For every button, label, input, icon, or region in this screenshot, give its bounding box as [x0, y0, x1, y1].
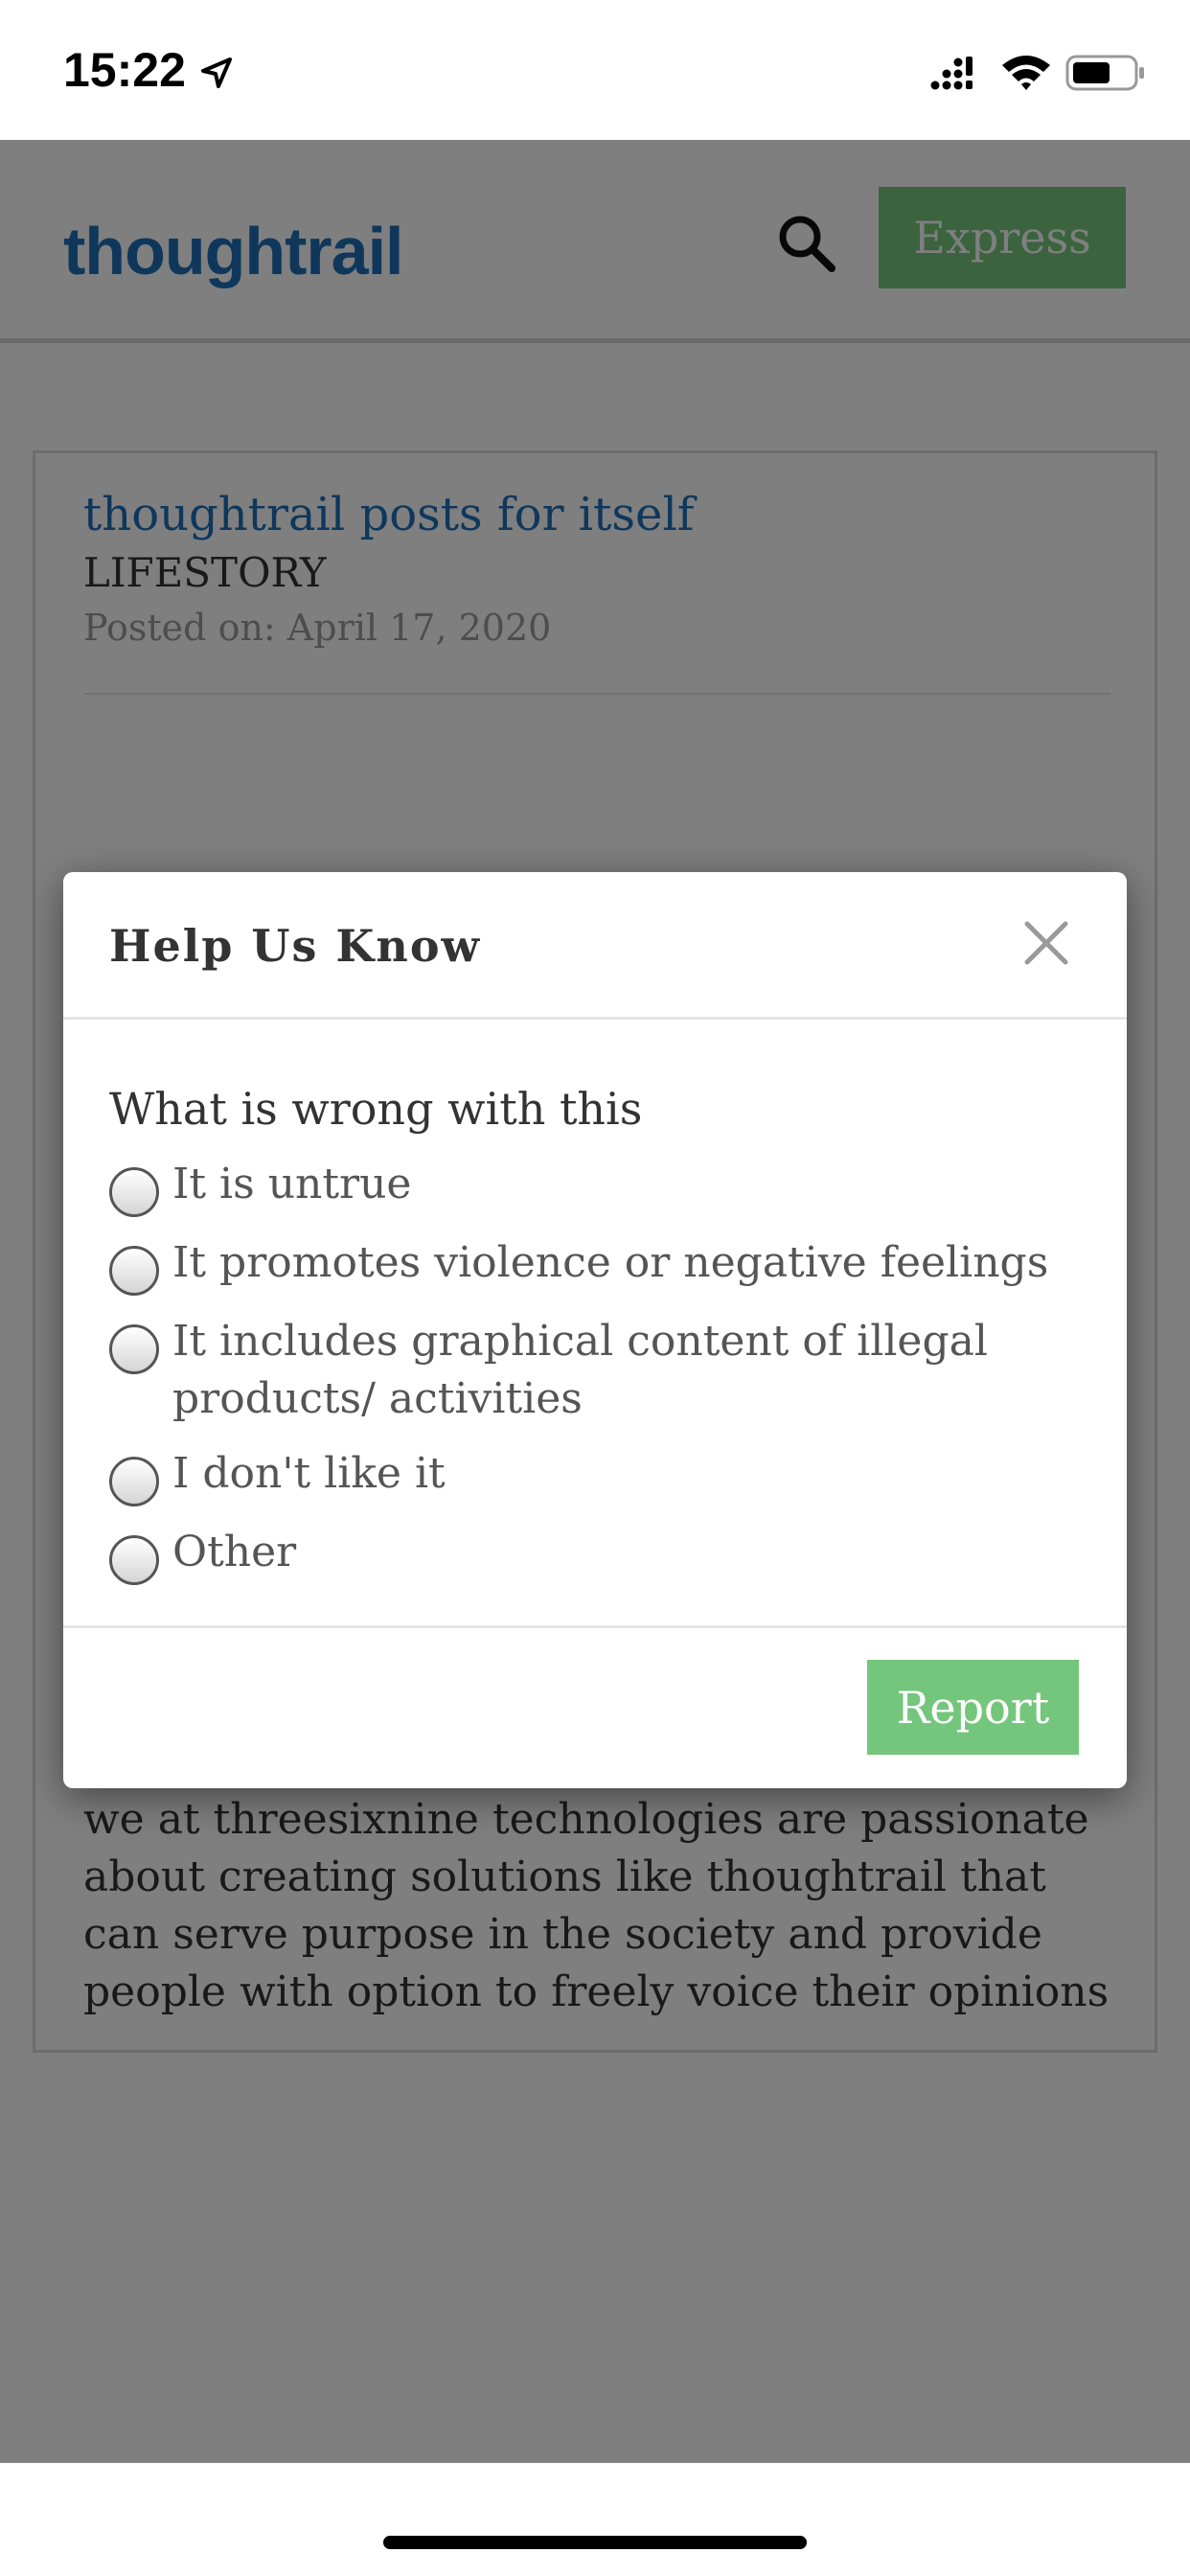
cellular-signal-icon: [930, 57, 973, 90]
option-label: I don't like it: [172, 1449, 446, 1498]
home-indicator: [383, 2536, 807, 2549]
close-icon[interactable]: [1019, 916, 1073, 970]
option-illegal-content[interactable]: It includes graphical content of illegal…: [109, 1313, 1054, 1428]
status-time: 15:22: [63, 43, 186, 97]
location-arrow-icon: [201, 58, 232, 88]
option-label: It includes graphical content of illegal…: [172, 1317, 988, 1423]
battery-icon: [1065, 55, 1144, 91]
report-button[interactable]: Report: [867, 1660, 1079, 1755]
modal-footer-divider: [63, 1625, 1127, 1628]
modal-header: Help Us Know: [63, 872, 1127, 1020]
option-other[interactable]: Other: [109, 1524, 1054, 1585]
radio-button[interactable]: [109, 1246, 159, 1296]
option-untrue[interactable]: It is untrue: [109, 1156, 1054, 1217]
wifi-icon: [1002, 56, 1050, 90]
radio-button[interactable]: [109, 1324, 159, 1374]
option-violence[interactable]: It promotes violence or negative feeling…: [109, 1234, 1054, 1296]
option-label: It promotes violence or negative feeling…: [172, 1238, 1049, 1287]
radio-button[interactable]: [109, 1167, 159, 1217]
radio-button[interactable]: [109, 1535, 159, 1585]
report-question: What is wrong with this: [109, 1083, 643, 1135]
status-bar: 15:22: [0, 0, 1190, 140]
report-modal: Help Us Know What is wrong with this It …: [63, 872, 1127, 1788]
modal-title: Help Us Know: [109, 920, 482, 972]
option-label: It is untrue: [172, 1160, 412, 1208]
option-label: Other: [172, 1528, 297, 1576]
home-indicator-area: [0, 2463, 1190, 2576]
radio-button[interactable]: [109, 1457, 159, 1506]
option-dont-like[interactable]: I don't like it: [109, 1445, 1054, 1506]
